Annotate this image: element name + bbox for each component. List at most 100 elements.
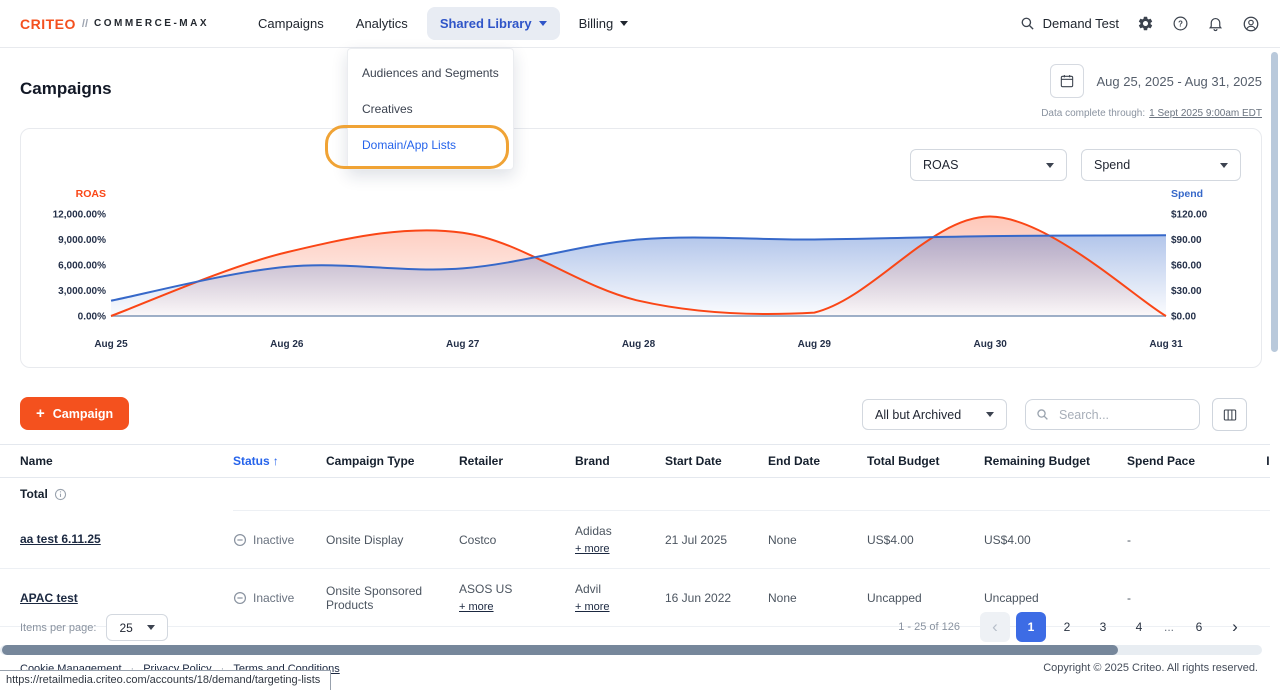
help-icon[interactable]: ? bbox=[1172, 15, 1189, 32]
svg-text:Aug 30: Aug 30 bbox=[973, 339, 1007, 350]
column-header-spend-pace[interactable]: Spend Pace bbox=[1127, 445, 1257, 478]
total-cell-impressions: 0 bbox=[1257, 478, 1270, 511]
menu-item-domain-app-lists[interactable]: Domain/App Lists bbox=[348, 127, 513, 163]
search-input[interactable] bbox=[1057, 407, 1181, 423]
items-per-page-select[interactable]: 25 bbox=[106, 614, 168, 641]
table-header-row: NameStatus↑Campaign TypeRetailerBrandSta… bbox=[0, 445, 1270, 478]
column-header-total-budget[interactable]: Total Budget bbox=[867, 445, 984, 478]
top-navbar: CRITEO // COMMERCE-MAX CampaignsAnalytic… bbox=[0, 0, 1280, 48]
column-header-impressions[interactable]: Impressions bbox=[1257, 445, 1270, 478]
status-filter-select[interactable]: All but Archived bbox=[862, 399, 1007, 430]
cell-name: aa test 6.11.25 bbox=[0, 511, 233, 569]
caret-down-icon bbox=[986, 412, 994, 417]
column-header-name[interactable]: Name bbox=[0, 445, 233, 478]
total-cell-type bbox=[326, 478, 459, 511]
svg-text:Aug 28: Aug 28 bbox=[622, 339, 656, 350]
svg-text:9,000.00%: 9,000.00% bbox=[58, 235, 106, 246]
cell-total_budget: US$4.00 bbox=[867, 511, 984, 569]
more-link[interactable]: + more bbox=[459, 601, 494, 613]
magnifier-icon bbox=[1036, 408, 1049, 421]
account-name: Demand Test bbox=[1043, 16, 1119, 31]
vertical-scrollbar-thumb[interactable] bbox=[1271, 52, 1278, 352]
nav-item-campaigns[interactable]: Campaigns bbox=[245, 7, 337, 40]
chevron-right-icon[interactable]: › bbox=[1220, 612, 1250, 642]
caret-down-icon bbox=[147, 625, 155, 630]
nav-item-label: Shared Library bbox=[440, 16, 532, 31]
account-icon[interactable] bbox=[1242, 15, 1260, 33]
column-header-campaign-type[interactable]: Campaign Type bbox=[326, 445, 459, 478]
table-toolbar: All but Archived bbox=[862, 398, 1247, 431]
page-button-2[interactable]: 2 bbox=[1052, 612, 1082, 642]
nav-item-shared-library[interactable]: Shared Library bbox=[427, 7, 560, 40]
svg-text:Aug 27: Aug 27 bbox=[446, 339, 480, 350]
svg-text:Aug 26: Aug 26 bbox=[270, 339, 304, 350]
settings-icon[interactable] bbox=[1137, 15, 1154, 32]
cell-start: 16 Jun 2022 bbox=[665, 569, 768, 627]
nav-item-billing[interactable]: Billing bbox=[566, 7, 642, 40]
cell-brand: Advil + more bbox=[575, 569, 665, 627]
table-row[interactable]: aa test 6.11.25InactiveOnsite DisplayCos… bbox=[0, 511, 1270, 569]
more-link[interactable]: + more bbox=[575, 543, 610, 555]
total-label: Total bbox=[20, 487, 48, 501]
add-campaign-button[interactable]: + Campaign bbox=[20, 397, 129, 430]
items-per-page: Items per page: 25 bbox=[20, 614, 168, 641]
column-header-remaining-budget[interactable]: Remaining Budget bbox=[984, 445, 1127, 478]
date-picker: Aug 25, 2025 - Aug 31, 2025 bbox=[1050, 64, 1262, 98]
horizontal-scrollbar[interactable] bbox=[0, 645, 1262, 655]
column-header-label: Retailer bbox=[459, 454, 503, 468]
page-range: 1 - 25 of 126 bbox=[898, 621, 960, 633]
horizontal-scrollbar-thumb[interactable] bbox=[2, 645, 1118, 655]
page-button-6[interactable]: 6 bbox=[1184, 612, 1214, 642]
total-cell-start bbox=[665, 478, 768, 511]
chart-metric-controls: ROAS Spend bbox=[910, 149, 1241, 181]
cell-remaining_budget: US$4.00 bbox=[984, 511, 1127, 569]
cell-end: None bbox=[768, 569, 867, 627]
account-switcher[interactable]: Demand Test bbox=[1020, 16, 1119, 31]
page-button-1[interactable]: 1 bbox=[1016, 612, 1046, 642]
column-header-label: Total Budget bbox=[867, 454, 939, 468]
calendar-button[interactable] bbox=[1050, 64, 1084, 98]
sort-asc-icon: ↑ bbox=[273, 454, 279, 468]
page-button-3[interactable]: 3 bbox=[1088, 612, 1118, 642]
nav-item-label: Billing bbox=[579, 16, 614, 31]
column-header-brand[interactable]: Brand bbox=[575, 445, 665, 478]
svg-text:ROAS: ROAS bbox=[76, 188, 106, 200]
page-title: Campaigns bbox=[20, 79, 112, 99]
column-header-label: Status bbox=[233, 454, 270, 468]
more-link[interactable]: + more bbox=[575, 601, 610, 613]
status-badge: Inactive bbox=[233, 591, 316, 605]
notifications-icon[interactable] bbox=[1207, 15, 1224, 32]
columns-settings-button[interactable] bbox=[1212, 398, 1247, 431]
total-cell-status bbox=[233, 478, 326, 511]
data-complete-link[interactable]: 1 Sept 2025 9:00am EDT bbox=[1149, 108, 1262, 119]
caret-down-icon bbox=[1046, 163, 1054, 168]
column-header-end-date[interactable]: End Date bbox=[768, 445, 867, 478]
right-metric-select[interactable]: Spend bbox=[1081, 149, 1241, 181]
data-complete-note: Data complete through:1 Sept 2025 9:00am… bbox=[1041, 108, 1262, 119]
page-button-4[interactable]: 4 bbox=[1124, 612, 1154, 642]
column-header-retailer[interactable]: Retailer bbox=[459, 445, 575, 478]
search-icon bbox=[1020, 16, 1035, 31]
cell-type: Onsite Display bbox=[326, 511, 459, 569]
column-header-start-date[interactable]: Start Date bbox=[665, 445, 768, 478]
left-metric-select[interactable]: ROAS bbox=[910, 149, 1067, 181]
caret-down-icon bbox=[539, 21, 547, 26]
cell-brand-value: Advil bbox=[575, 582, 655, 596]
campaign-name-link[interactable]: APAC test bbox=[20, 591, 78, 605]
svg-text:Aug 29: Aug 29 bbox=[798, 339, 832, 350]
criteo-logo[interactable]: CRITEO // COMMERCE-MAX bbox=[20, 16, 209, 32]
column-header-label: Campaign Type bbox=[326, 454, 414, 468]
column-header-status[interactable]: Status↑ bbox=[233, 445, 326, 478]
items-per-page-value: 25 bbox=[119, 621, 132, 635]
column-header-label: Remaining Budget bbox=[984, 454, 1090, 468]
menu-item-creatives[interactable]: Creatives bbox=[348, 91, 513, 127]
pagination: 1 - 25 of 126 ‹ 1234...6 › bbox=[898, 612, 1250, 642]
date-range-value[interactable]: Aug 25, 2025 - Aug 31, 2025 bbox=[1096, 74, 1262, 89]
cell-retailer-value: Costco bbox=[459, 533, 565, 547]
campaign-name-link[interactable]: aa test 6.11.25 bbox=[20, 532, 101, 546]
menu-item-audiences-and-segments[interactable]: Audiences and Segments bbox=[348, 55, 513, 91]
caret-down-icon bbox=[620, 21, 628, 26]
nav-item-analytics[interactable]: Analytics bbox=[343, 7, 421, 40]
chevron-left-icon[interactable]: ‹ bbox=[980, 612, 1010, 642]
info-icon bbox=[54, 488, 67, 501]
